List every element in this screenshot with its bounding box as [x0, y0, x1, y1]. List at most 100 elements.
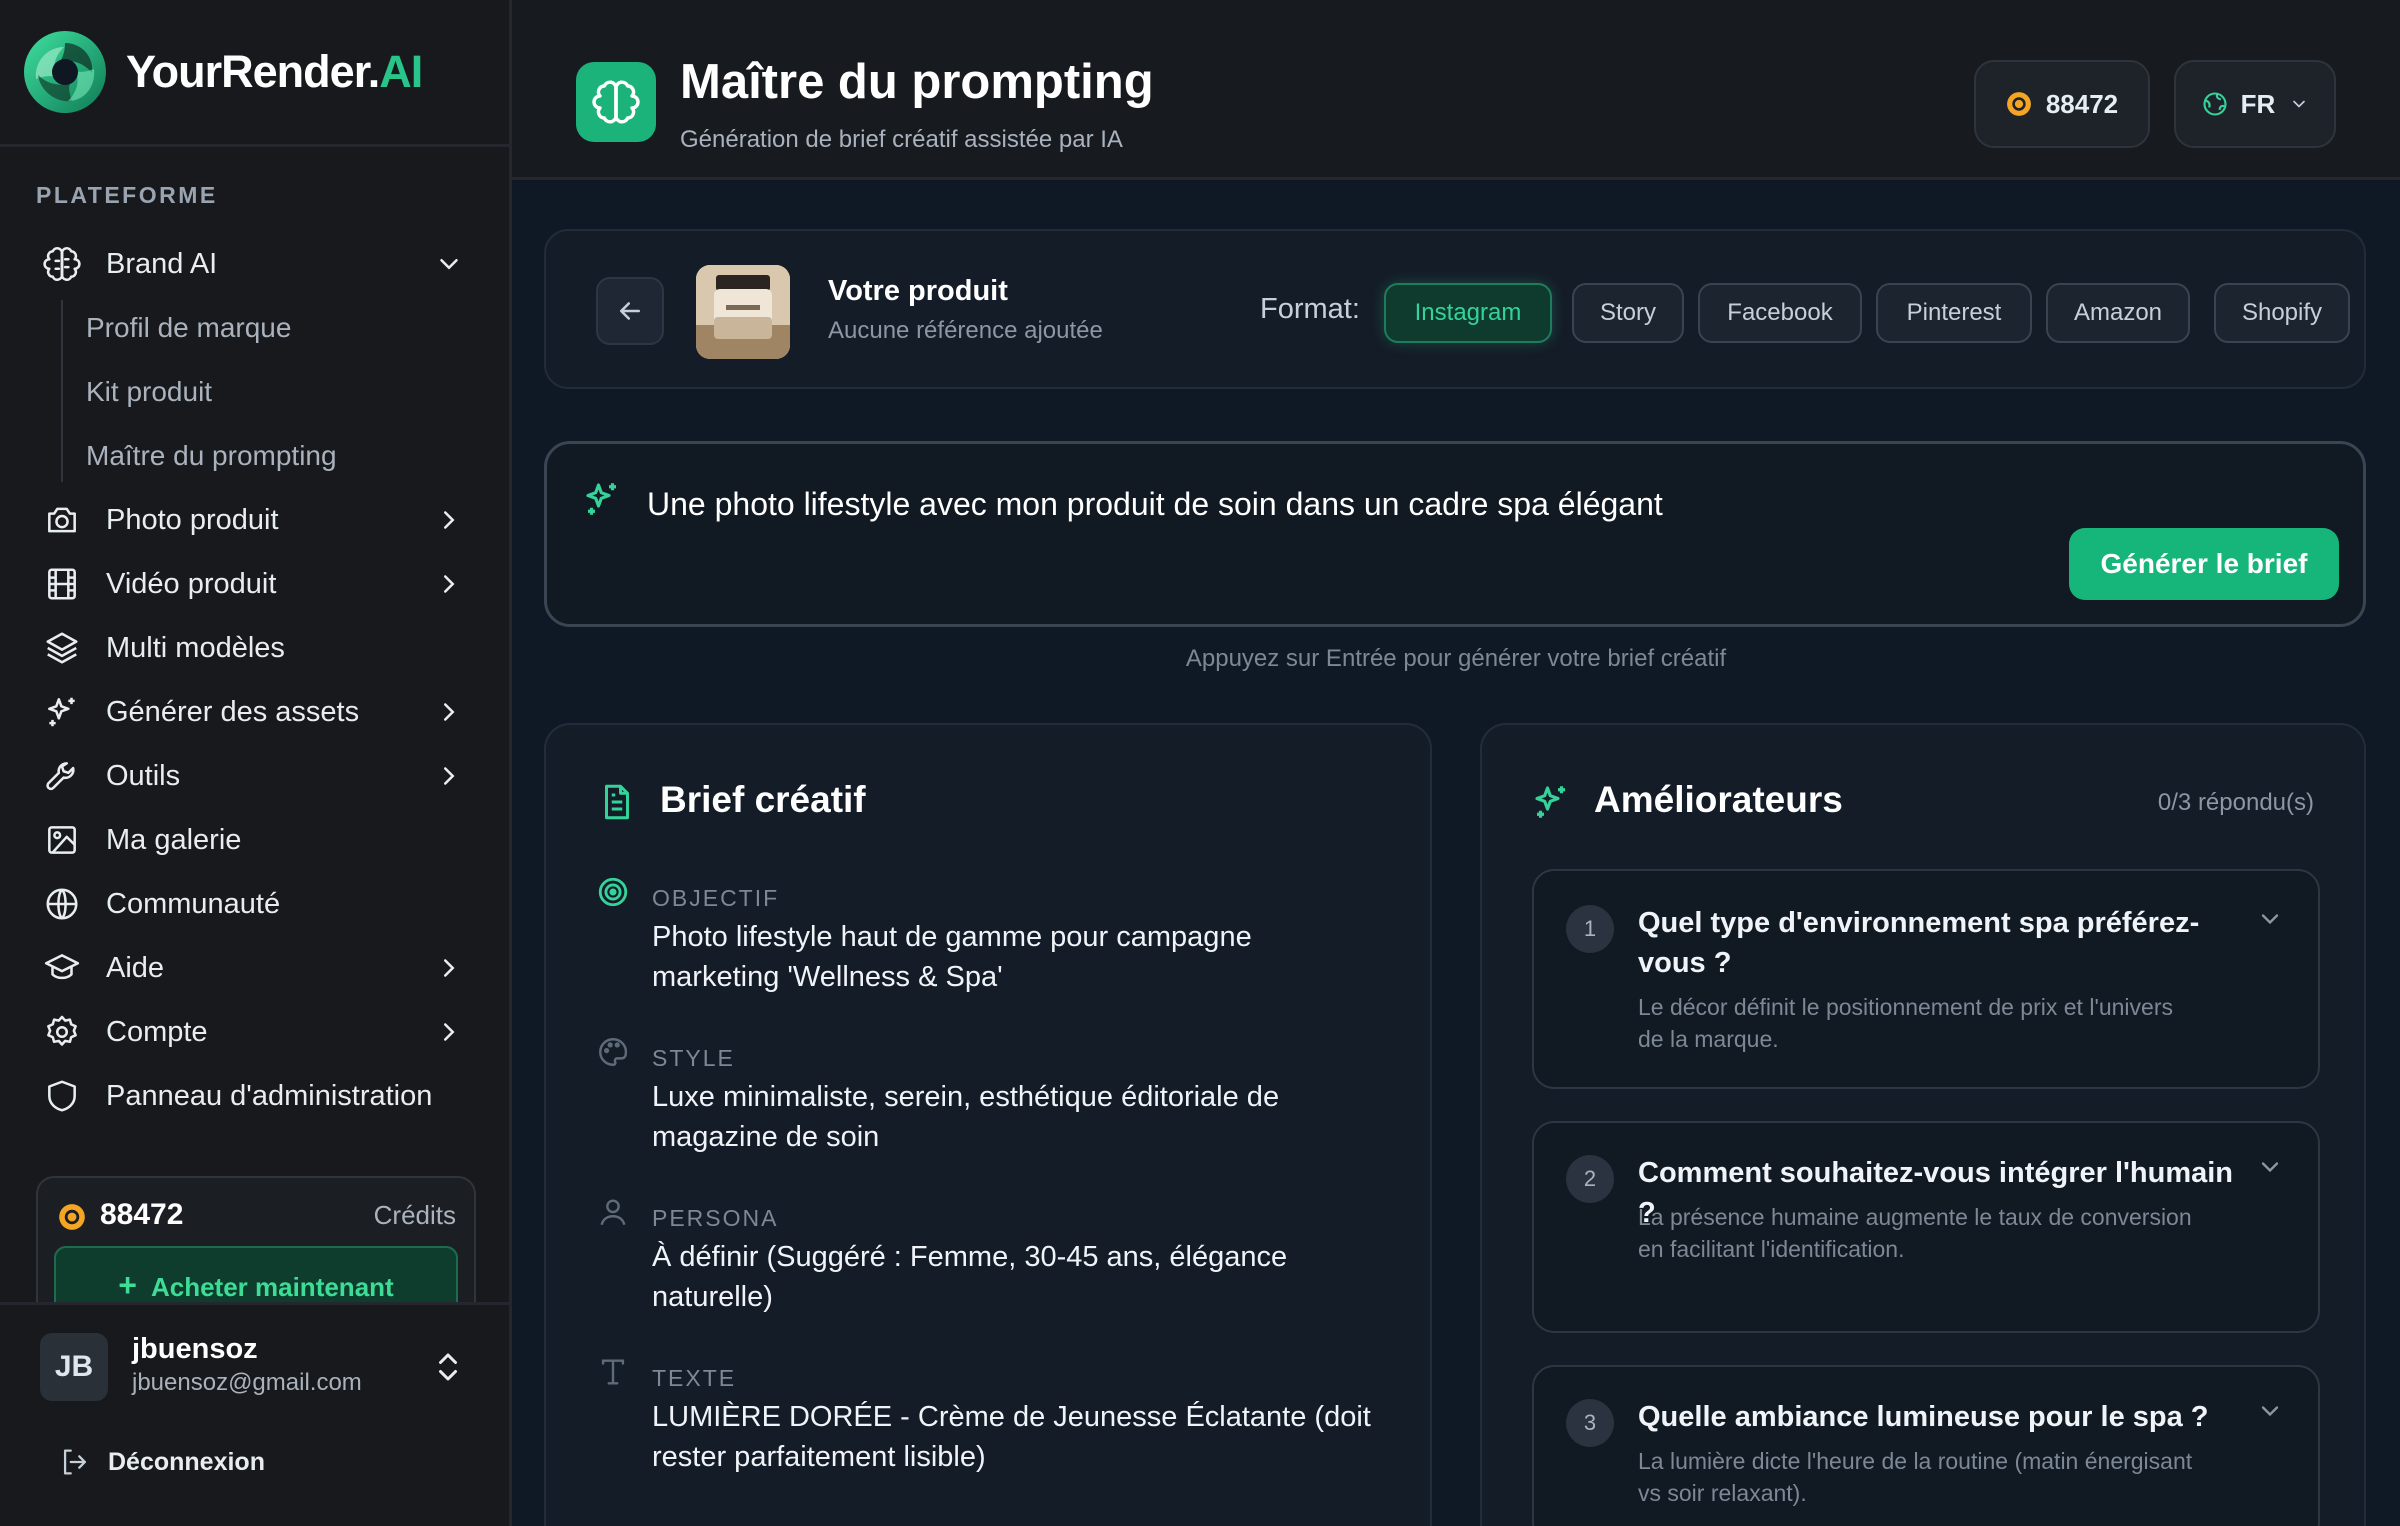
chevron-right-icon [444, 767, 455, 785]
sidebar-item-ma-galerie[interactable]: Ma galerie [42, 814, 472, 866]
avatar[interactable]: JB [40, 1333, 108, 1401]
sidebar-item-label: Photo produit [106, 503, 279, 536]
field-label: TEXTE [652, 1365, 737, 1391]
question-text: Quelle ambiance lumineuse pour le spa ? [1638, 1401, 2209, 1433]
chevrons-up-down-icon[interactable] [430, 1347, 466, 1387]
submenu-line [61, 300, 63, 482]
chevron-down-icon[interactable] [2256, 905, 2284, 933]
logout-label: Déconnexion [108, 1447, 265, 1476]
chevron-down-icon[interactable] [2256, 1397, 2284, 1425]
logo-mark-icon [24, 31, 106, 113]
globe-icon [2203, 92, 2227, 116]
credits-amount: 88472 [100, 1198, 184, 1231]
chevron-right-icon [444, 1023, 455, 1041]
format-chip-facebook[interactable]: Facebook [1698, 283, 1862, 343]
improvers-counter: 0/3 répondu(s) [2157, 789, 2314, 816]
prompt-text[interactable]: Une photo lifestyle avec mon produit de … [647, 486, 1663, 523]
sidebar-item-brand-ai[interactable]: Brand AI [42, 238, 472, 290]
prompt-hint: Appuyez sur Entrée pour générer votre br… [1185, 645, 1727, 672]
settings-icon [42, 1012, 82, 1052]
field-value: À définir (Suggéré : Femme, 30-45 ans, é… [652, 1241, 1288, 1313]
sidebar-item-aide[interactable]: Aide [42, 942, 472, 994]
sidebar-item-label: Brand AI [106, 247, 218, 280]
logout-button[interactable]: Déconnexion [58, 1445, 265, 1479]
product-bar: Votre produit Aucune référence ajoutée F… [544, 229, 2366, 389]
field-label: OBJECTIF [652, 885, 780, 911]
improver-question-3[interactable]: 3 Quelle ambiance lumineuse pour le spa … [1532, 1365, 2320, 1526]
wrench-icon [42, 756, 82, 796]
question-number: 3 [1566, 1399, 1614, 1447]
image-icon [42, 820, 82, 860]
logo-text: YourRender.AI [126, 46, 423, 97]
generate-brief-button[interactable]: Générer le brief [2069, 528, 2339, 600]
format-chip-story[interactable]: Story [1572, 283, 1684, 343]
user-name: jbuensoz [132, 1333, 258, 1365]
brief-card: Brief créatif OBJECTIF Photo lifestyle h… [544, 723, 1432, 1526]
sidebar-item-label: Panneau d'administration [106, 1079, 433, 1112]
question-number: 2 [1566, 1155, 1614, 1203]
page-subtitle: Génération de brief créatif assistée par… [680, 126, 1123, 153]
brain-icon [42, 244, 82, 284]
sidebar-item-multi-modeles[interactable]: Multi modèles [42, 622, 472, 674]
sparkles-icon [586, 483, 616, 515]
page-header: Maître du prompting Génération de brief … [512, 0, 2400, 180]
chevron-right-icon [444, 703, 455, 721]
question-description: Le décor définit le positionnement de pr… [1638, 994, 2173, 1052]
prompt-input[interactable]: Une photo lifestyle avec mon produit de … [544, 441, 2366, 627]
question-number: 1 [1566, 905, 1614, 953]
main-content: Votre produit Aucune référence ajoutée F… [512, 183, 2400, 1526]
camera-icon [42, 500, 82, 540]
product-subtitle: Aucune référence ajoutée [828, 317, 1103, 344]
sidebar-item-communaute[interactable]: Communauté [42, 878, 472, 930]
sidebar-item-panneau-administration[interactable]: Panneau d'administration [42, 1070, 472, 1122]
sidebar-item-outils[interactable]: Outils [42, 750, 472, 802]
chevron-down-icon [2293, 100, 2306, 108]
improvers-title: Améliorateurs [1594, 779, 1843, 820]
brief-title: Brief créatif [660, 779, 866, 820]
back-button[interactable] [596, 277, 664, 345]
field-label: PERSONA [652, 1205, 779, 1231]
chevron-down-icon[interactable] [2256, 1153, 2284, 1181]
chevron-right-icon [444, 511, 455, 529]
sidebar-item-label: Aide [106, 951, 165, 984]
question-description: La lumière dicte l'heure de la routine (… [1638, 1448, 2193, 1506]
format-chip-instagram[interactable]: Instagram [1384, 283, 1552, 343]
layers-icon [42, 628, 82, 668]
improver-question-2[interactable]: 2 Comment souhaitez-vous intégrer l'huma… [1532, 1121, 2320, 1333]
graduation-cap-icon [42, 948, 82, 988]
format-chip-pinterest[interactable]: Pinterest [1876, 283, 2032, 343]
sidebar-subitem-kit-produit[interactable]: Kit produit [86, 370, 212, 414]
header-credits-badge[interactable]: 88472 [1974, 60, 2150, 148]
sidebar-item-compte[interactable]: Compte [42, 1006, 472, 1058]
product-title: Votre produit [828, 275, 1008, 307]
sparkles-icon [1535, 786, 1565, 818]
product-thumbnail[interactable] [696, 265, 790, 359]
user-block: JB jbuensoz jbuensoz@gmail.com Déconnexi… [0, 1302, 509, 1526]
arrow-left-icon [620, 302, 640, 320]
format-chip-shopify[interactable]: Shopify [2214, 283, 2350, 343]
logo[interactable]: YourRender.AI [0, 0, 509, 147]
language-value: FR [2240, 88, 2276, 119]
sidebar-item-label: Outils [106, 759, 181, 792]
sidebar-item-video-produit[interactable]: Vidéo produit [42, 558, 472, 610]
sidebar-subitem-maitre-du-prompting[interactable]: Maître du prompting [86, 434, 337, 478]
question-description: La présence humaine augmente le taux de … [1638, 1204, 2192, 1262]
improver-question-1[interactable]: 1 Quel type d'environnement spa préférez… [1532, 869, 2320, 1089]
format-chip-amazon[interactable]: Amazon [2046, 283, 2190, 343]
sidebar-item-label: Générer des assets [106, 695, 360, 728]
sidebar-item-label: Ma galerie [106, 823, 242, 856]
question-text: Quel type d'environnement spa préférez-v… [1638, 907, 2200, 979]
sidebar-item-generer-des-assets[interactable]: Générer des assets [42, 686, 472, 738]
coin-icon [59, 1204, 85, 1230]
sidebar-subitem-profil-de-marque[interactable]: Profil de marque [86, 306, 291, 350]
product-jar-image [696, 265, 790, 359]
page-icon [576, 62, 656, 142]
sidebar-item-label: Multi modèles [106, 631, 285, 664]
coin-icon [2006, 92, 2031, 116]
field-value: Luxe minimaliste, serein, esthétique édi… [652, 1081, 1280, 1153]
field-value: LUMIÈRE DORÉE - Crème de Jeunesse Éclata… [652, 1401, 1371, 1473]
improvers-card: Améliorateurs 0/3 répondu(s) 1 Quel type… [1480, 723, 2366, 1526]
sidebar-item-photo-produit[interactable]: Photo produit [42, 494, 472, 546]
language-selector[interactable]: FR [2174, 60, 2336, 148]
nav-section-label: PLATEFORME [36, 182, 218, 208]
